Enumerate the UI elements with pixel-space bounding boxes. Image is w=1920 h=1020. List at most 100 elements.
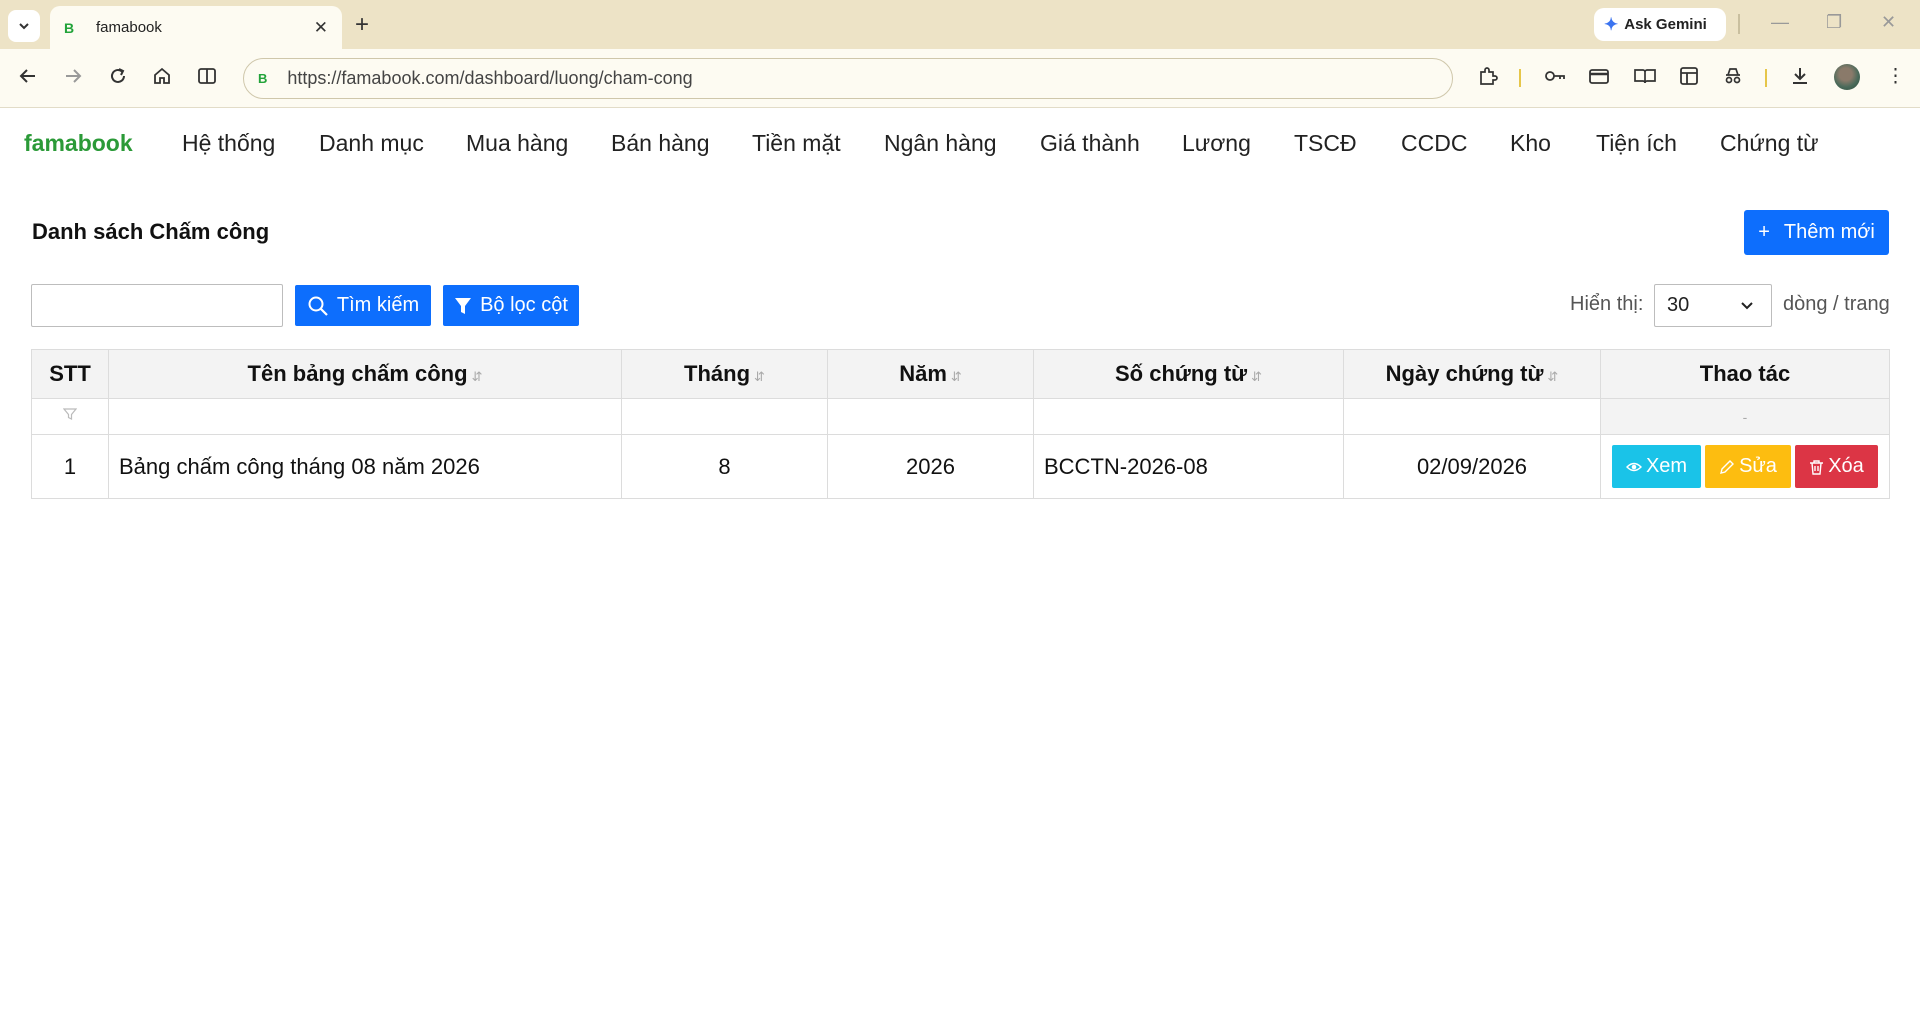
- restore-icon[interactable]: ❐: [1826, 12, 1842, 33]
- extensions-icon[interactable]: [1477, 65, 1499, 94]
- menu-item-gia-thanh[interactable]: Giá thành: [1040, 130, 1140, 157]
- sort-icon[interactable]: ⇵: [1251, 369, 1262, 384]
- table-header-row: STT Tên bảng chấm công ⇵ Tháng ⇵ Năm ⇵ Số c…: [31, 349, 1890, 399]
- tabbar-divider: [1738, 14, 1740, 34]
- page-size-select[interactable]: 30: [1654, 284, 1772, 327]
- view-button[interactable]: Xem: [1612, 445, 1701, 488]
- sort-icon[interactable]: ⇵: [754, 369, 765, 384]
- ask-gemini-button[interactable]: ✦ Ask Gemini: [1594, 8, 1726, 41]
- incognito-icon[interactable]: [1722, 65, 1744, 94]
- sort-icon[interactable]: ⇵: [472, 369, 483, 384]
- delete-button[interactable]: Xóa: [1795, 445, 1878, 488]
- menu-item-luong[interactable]: Lương: [1182, 130, 1251, 157]
- password-key-icon[interactable]: [1543, 65, 1567, 94]
- close-tab-icon[interactable]: ✕: [314, 18, 328, 38]
- page-size-label: Hiển thị:: [1570, 293, 1644, 315]
- column-header-year[interactable]: Năm ⇵: [827, 349, 1034, 399]
- menu-item-danh-muc[interactable]: Danh mục: [319, 130, 424, 157]
- column-header-doc-date[interactable]: Ngày chứng từ ⇵: [1343, 349, 1601, 399]
- eye-icon: [1625, 462, 1642, 471]
- cell-month: 8: [621, 434, 828, 499]
- column-header-actions: Thao tác: [1600, 349, 1890, 399]
- tab-layout-icon[interactable]: [1678, 65, 1700, 94]
- column-filter-row: -: [31, 398, 1890, 435]
- cell-year: 2026: [827, 434, 1034, 499]
- filter-cell-month[interactable]: [621, 398, 828, 435]
- tab-title: famabook: [96, 19, 162, 36]
- browser-toolbar: B https://famabook.com/dashboard/luong/c…: [0, 49, 1920, 108]
- menu-item-tscd[interactable]: TSCĐ: [1294, 130, 1357, 157]
- forward-arrow-icon[interactable]: [63, 66, 83, 92]
- filter-icon: [455, 297, 472, 314]
- menu-item-kho[interactable]: Kho: [1510, 130, 1551, 157]
- chevron-down-icon: [19, 23, 29, 30]
- menu-item-chung-tu[interactable]: Chứng từ: [1720, 130, 1819, 157]
- filter-cell-doc-no[interactable]: [1033, 398, 1344, 435]
- pencil-icon: [1720, 459, 1735, 474]
- cell-stt: 1: [31, 434, 109, 499]
- delete-button-label: Xóa: [1828, 455, 1864, 477]
- reload-icon[interactable]: [108, 66, 128, 92]
- page-size-value: 30: [1667, 294, 1690, 316]
- page-title: Danh sách Chấm công: [32, 219, 270, 244]
- gemini-sparkle-icon: ✦: [1604, 14, 1619, 34]
- rows-per-page-label: dòng / trang: [1783, 293, 1890, 315]
- menu-item-ngan-hang[interactable]: Ngân hàng: [884, 130, 997, 157]
- window-close-icon[interactable]: ✕: [1881, 12, 1896, 33]
- menu-item-ban-hang[interactable]: Bán hàng: [611, 130, 709, 157]
- profile-avatar[interactable]: [1834, 64, 1860, 90]
- site-info-icon[interactable]: B: [258, 71, 267, 86]
- home-icon[interactable]: [152, 66, 172, 92]
- toolbar-divider: [1519, 69, 1521, 87]
- add-new-button[interactable]: + Thêm mới: [1744, 210, 1889, 255]
- new-tab-icon[interactable]: +: [355, 11, 369, 39]
- table-row: 1 Bảng chấm công tháng 08 năm 2026 8 202…: [31, 434, 1890, 499]
- toolbar-divider: [1765, 69, 1767, 87]
- trash-icon: [1810, 459, 1824, 475]
- download-icon[interactable]: [1789, 65, 1811, 94]
- menu-item-tien-mat[interactable]: Tiền mặt: [752, 130, 841, 157]
- column-filter-button[interactable]: Bộ lọc cột: [443, 285, 579, 326]
- brand-logo[interactable]: famabook: [24, 130, 133, 157]
- payment-card-icon[interactable]: [1588, 65, 1610, 94]
- cell-actions: Xem Sửa Xóa: [1600, 434, 1890, 499]
- minimize-icon[interactable]: —: [1771, 12, 1789, 33]
- sort-icon[interactable]: ⇵: [1547, 369, 1558, 384]
- reading-mode-icon[interactable]: [1633, 65, 1657, 94]
- filter-toggle-cell[interactable]: [31, 398, 109, 435]
- column-header-name[interactable]: Tên bảng chấm công ⇵: [108, 349, 622, 399]
- ask-gemini-label: Ask Gemini: [1624, 16, 1707, 33]
- edit-button[interactable]: Sửa: [1705, 445, 1791, 488]
- chevron-down-icon: [1741, 302, 1753, 310]
- column-header-doc-no[interactable]: Số chứng từ ⇵: [1033, 349, 1344, 399]
- menu-item-he-thong[interactable]: Hệ thống: [182, 130, 275, 157]
- split-view-icon[interactable]: [197, 66, 217, 92]
- address-bar[interactable]: B https://famabook.com/dashboard/luong/c…: [243, 58, 1453, 99]
- search-input[interactable]: [31, 284, 283, 327]
- column-header-stt: STT: [31, 349, 109, 399]
- search-icon: [308, 296, 328, 316]
- active-tab[interactable]: B famabook ✕: [50, 6, 342, 49]
- search-button-label: Tìm kiếm: [336, 294, 420, 316]
- more-menu-icon[interactable]: ⋮: [1886, 65, 1905, 89]
- url-text: https://famabook.com/dashboard/luong/cha…: [287, 68, 693, 88]
- filter-cell-doc-date[interactable]: [1343, 398, 1601, 435]
- search-button[interactable]: Tìm kiếm: [295, 285, 431, 326]
- menu-item-tien-ich[interactable]: Tiện ích: [1596, 130, 1677, 157]
- column-header-month[interactable]: Tháng ⇵: [621, 349, 828, 399]
- browser-tab-bar: B famabook ✕ + ✦ Ask Gemini — ❐ ✕: [0, 0, 1920, 49]
- sort-icon[interactable]: ⇵: [951, 369, 962, 384]
- timesheet-table: STT Tên bảng chấm công ⇵ Tháng ⇵ Năm ⇵ Số c…: [31, 349, 1890, 499]
- edit-button-label: Sửa: [1739, 455, 1777, 477]
- back-arrow-icon[interactable]: [18, 66, 38, 92]
- menu-item-mua-hang[interactable]: Mua hàng: [466, 130, 568, 157]
- cell-doc-no: BCCTN-2026-08: [1033, 434, 1344, 499]
- filter-cell-name[interactable]: [108, 398, 622, 435]
- plus-icon: +: [1758, 221, 1770, 243]
- favicon: B: [64, 19, 75, 36]
- add-new-label: Thêm mới: [1783, 221, 1875, 243]
- tab-search-button[interactable]: [8, 10, 40, 42]
- filter-cell-year[interactable]: [827, 398, 1034, 435]
- menu-item-ccdc[interactable]: CCDC: [1401, 130, 1467, 157]
- filter-outline-icon: [62, 408, 78, 420]
